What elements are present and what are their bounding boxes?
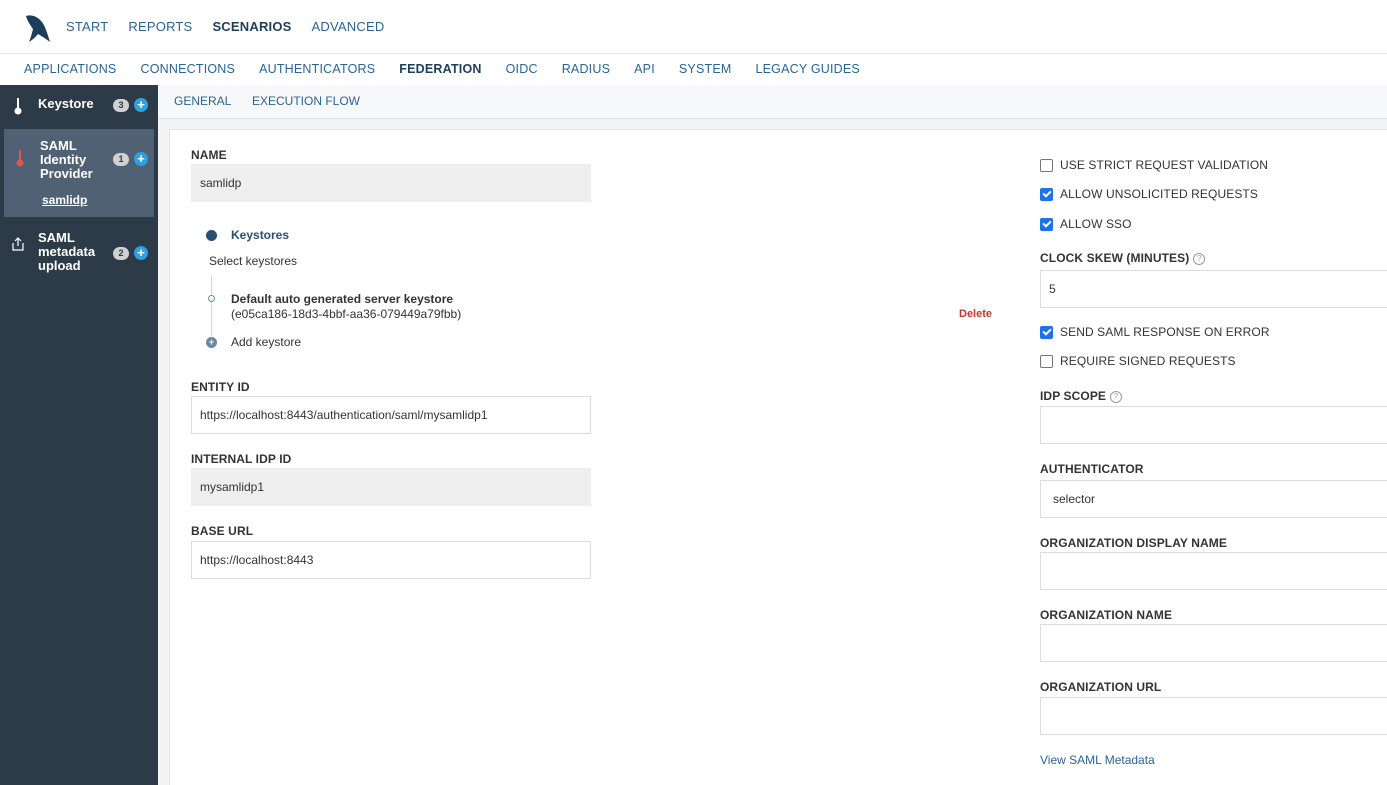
clock-skew-label: CLOCK SKEW (MINUTES)?: [1040, 251, 1206, 265]
idp-scope-field[interactable]: [1040, 406, 1387, 444]
nav-scenarios[interactable]: SCENARIOS: [212, 19, 291, 34]
count-badge: 1: [113, 153, 129, 166]
internal-idp-field[interactable]: mysamlidp1: [191, 468, 591, 506]
add-keystore-icon[interactable]: +: [134, 98, 148, 112]
form-panel: NAME samlidp Keystores Select keystores …: [169, 129, 1387, 785]
tab-general[interactable]: GENERAL: [174, 94, 231, 108]
delete-keystore-link[interactable]: Delete: [959, 308, 992, 320]
thermometer-icon: [12, 149, 28, 167]
nav-reports[interactable]: REPORTS: [128, 19, 192, 34]
view-saml-metadata-link[interactable]: View SAML Metadata: [1040, 753, 1155, 767]
org-url-field[interactable]: [1040, 697, 1387, 735]
checkbox-box[interactable]: [1040, 158, 1053, 172]
internal-idp-label: INTERNAL IDP ID: [191, 452, 292, 466]
checkbox-label: ALLOW SSO: [1060, 217, 1132, 231]
nav-start[interactable]: START: [66, 19, 108, 34]
subnav-authenticators[interactable]: AUTHENTICATORS: [259, 62, 375, 76]
checkbox-label: SEND SAML RESPONSE ON ERROR: [1060, 325, 1270, 339]
checkbox-box[interactable]: [1040, 187, 1053, 201]
authenticator-label: AUTHENTICATOR: [1040, 462, 1144, 476]
org-display-name-label: ORGANIZATION DISPLAY NAME: [1040, 536, 1227, 550]
help-icon[interactable]: ?: [1193, 252, 1206, 265]
sidebar: Keystore 3 + SAML Identity Provider 1 + …: [0, 85, 158, 785]
sidebar-subitem-samlidp[interactable]: samlidp: [42, 193, 87, 207]
tab-execution-flow[interactable]: EXECUTION FLOW: [252, 94, 360, 108]
scenario-menu: APPLICATIONS CONNECTIONS AUTHENTICATORS …: [24, 62, 860, 76]
unsolicited-requests-checkbox[interactable]: ALLOW UNSOLICITED REQUESTS: [1040, 187, 1258, 201]
checkbox-label: ALLOW UNSOLICITED REQUESTS: [1060, 187, 1258, 201]
main-menu: START REPORTS SCENARIOS ADVANCED: [66, 19, 384, 34]
keystore-name: Default auto generated server keystore: [231, 292, 454, 306]
content-gutter: [169, 119, 1387, 129]
clock-skew-label-text: CLOCK SKEW (MINUTES): [1040, 251, 1190, 265]
content-tabs: GENERAL EXECUTION FLOW: [158, 85, 1387, 119]
keystores-title: Keystores: [231, 228, 290, 242]
add-metadata-upload-icon[interactable]: +: [134, 246, 148, 260]
keystores-hint: Select keystores: [209, 254, 298, 268]
idp-scope-label: IDP SCOPE?: [1040, 389, 1123, 403]
base-url-field[interactable]: https://localhost:8443: [191, 541, 591, 579]
send-response-on-error-checkbox[interactable]: SEND SAML RESPONSE ON ERROR: [1040, 325, 1270, 339]
org-display-name-field[interactable]: [1040, 552, 1387, 590]
key-icon: [10, 97, 26, 115]
subnav-system[interactable]: SYSTEM: [679, 62, 732, 76]
entity-id-field[interactable]: https://localhost:8443/authentication/sa…: [191, 396, 591, 434]
idp-scope-label-text: IDP SCOPE: [1040, 389, 1107, 403]
strict-validation-checkbox[interactable]: USE STRICT REQUEST VALIDATION: [1040, 158, 1268, 172]
clock-skew-field[interactable]: 5: [1040, 270, 1387, 308]
sidebar-item-saml-metadata-upload[interactable]: SAML metadata upload 2 +: [0, 217, 158, 285]
nav-advanced[interactable]: ADVANCED: [312, 19, 385, 34]
base-url-label: BASE URL: [191, 524, 254, 538]
count-badge: 3: [113, 99, 129, 112]
keystore-node-icon: [208, 295, 215, 302]
checkbox-label: USE STRICT REQUEST VALIDATION: [1060, 158, 1269, 172]
entity-id-label: ENTITY ID: [191, 380, 250, 394]
name-field[interactable]: samlidp: [191, 164, 591, 202]
authenticator-select[interactable]: selector: [1040, 480, 1387, 518]
name-label: NAME: [191, 148, 227, 162]
subnav-radius[interactable]: RADIUS: [562, 62, 610, 76]
logo-icon[interactable]: [24, 12, 52, 44]
keystore-id: (e05ca186-18d3-4bbf-aa36-079449a79fbb): [231, 307, 462, 321]
help-icon[interactable]: ?: [1110, 390, 1123, 403]
subnav-federation[interactable]: FEDERATION: [399, 62, 481, 76]
checkbox-box[interactable]: [1040, 217, 1053, 231]
subnav-legacy-guides[interactable]: LEGACY GUIDES: [755, 62, 860, 76]
checkbox-box[interactable]: [1040, 325, 1053, 339]
add-keystore-link[interactable]: Add keystore: [231, 335, 301, 349]
sidebar-item-saml-identity-provider[interactable]: SAML Identity Provider 1 +: [4, 129, 154, 189]
count-badge: 2: [113, 247, 129, 260]
org-name-field[interactable]: [1040, 624, 1387, 662]
sidebar-item-label: Keystore: [38, 96, 94, 111]
top-navigation-bar: START REPORTS SCENARIOS ADVANCED: [0, 0, 1387, 54]
allow-sso-checkbox[interactable]: ALLOW SSO: [1040, 217, 1132, 231]
checkbox-label: REQUIRE SIGNED REQUESTS: [1060, 354, 1236, 368]
keystores-dot-icon: [206, 230, 217, 241]
subnav-connections[interactable]: CONNECTIONS: [140, 62, 235, 76]
content-gutter: [158, 119, 169, 785]
org-name-label: ORGANIZATION NAME: [1040, 608, 1173, 622]
sidebar-item-label: SAML Identity Provider: [40, 138, 93, 181]
sidebar-item-keystore[interactable]: Keystore 3 +: [0, 85, 158, 129]
checkbox-box[interactable]: [1040, 354, 1053, 368]
sidebar-item-label: SAML metadata upload: [38, 230, 96, 273]
add-keystore-icon[interactable]: +: [206, 337, 217, 348]
keystore-connector: [211, 276, 212, 336]
subnav-oidc[interactable]: OIDC: [506, 62, 538, 76]
add-saml-idp-icon[interactable]: +: [134, 152, 148, 166]
org-url-label: ORGANIZATION URL: [1040, 680, 1162, 694]
scenario-navigation-bar: APPLICATIONS CONNECTIONS AUTHENTICATORS …: [0, 54, 1387, 85]
require-signed-requests-checkbox[interactable]: REQUIRE SIGNED REQUESTS: [1040, 354, 1236, 368]
sidebar-subitem: samlidp: [4, 189, 154, 217]
subnav-applications[interactable]: APPLICATIONS: [24, 62, 116, 76]
subnav-api[interactable]: API: [634, 62, 655, 76]
upload-icon: [10, 235, 26, 253]
